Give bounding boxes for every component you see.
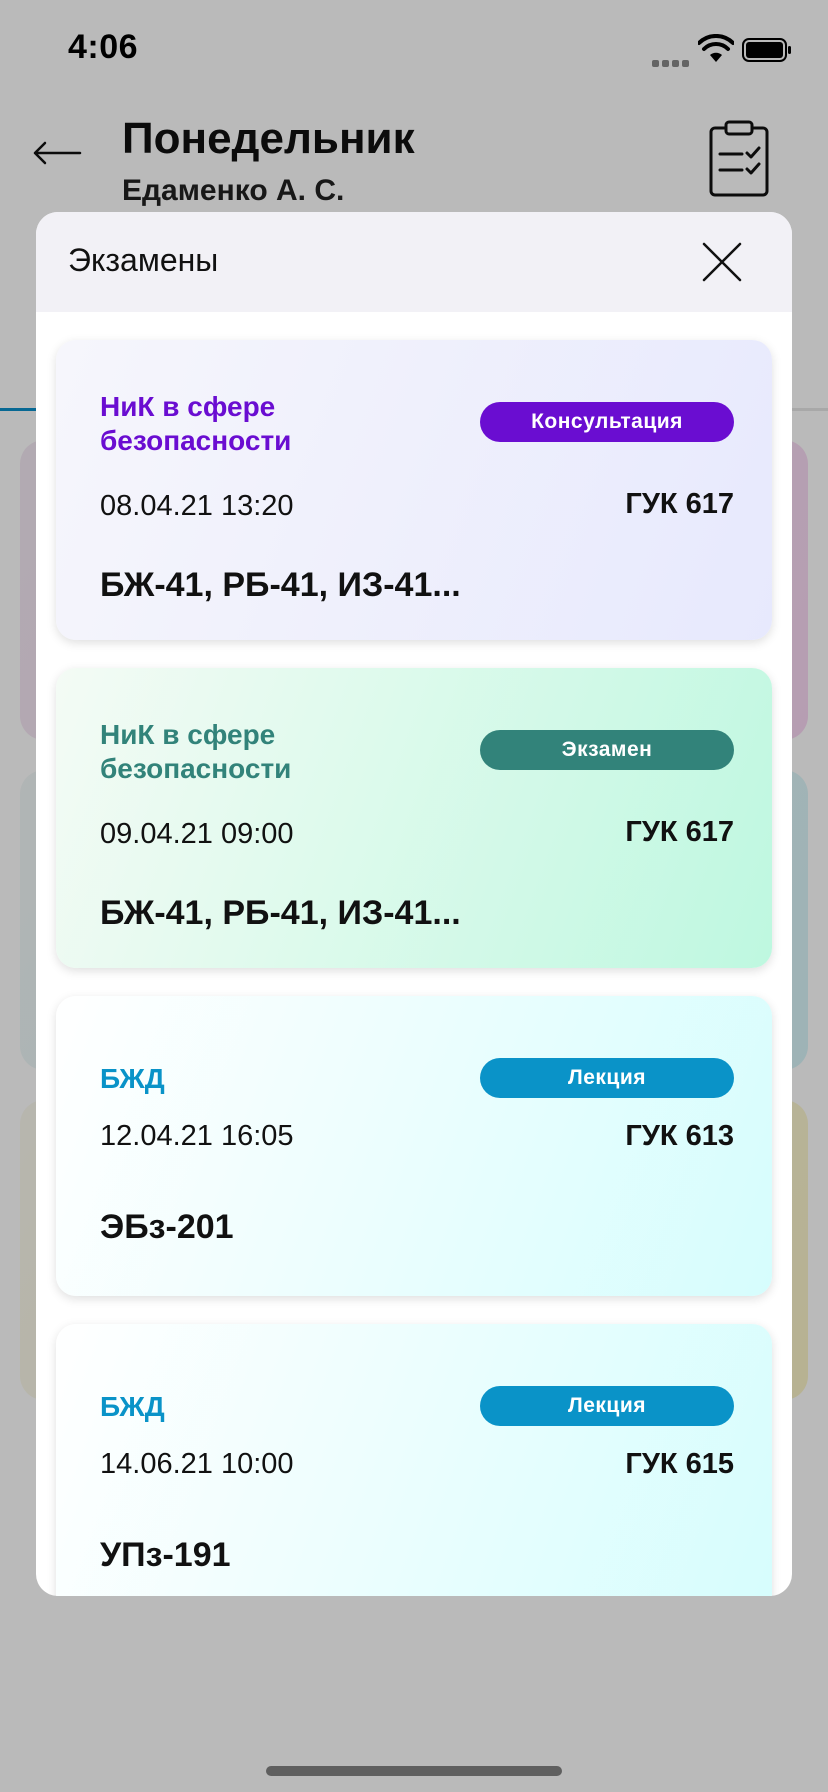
- exam-card[interactable]: БЖД Лекция 12.04.21 16:05 ГУК 613 ЭБз-20…: [56, 996, 772, 1296]
- exam-datetime: 09.04.21 09:00: [100, 818, 294, 850]
- home-indicator[interactable]: [266, 1766, 562, 1776]
- exam-subject: БЖД: [100, 1063, 165, 1094]
- close-icon[interactable]: [700, 240, 744, 284]
- exam-groups: БЖ-41, РБ-41, ИЗ-41...: [100, 566, 461, 604]
- exam-subject: НиК в сфере безопасности: [100, 391, 292, 456]
- exam-groups: УПз-191: [100, 1536, 231, 1574]
- exam-room: ГУК 617: [625, 488, 734, 520]
- exam-card[interactable]: НиК в сфере безопасности Экзамен 09.04.2…: [56, 668, 772, 968]
- exam-subject: БЖД: [100, 1391, 165, 1422]
- exam-card[interactable]: БЖД Лекция 14.06.21 10:00 ГУК 615 УПз-19…: [56, 1324, 772, 1596]
- exam-type-badge: Лекция: [480, 1386, 734, 1426]
- exam-room: ГУК 613: [625, 1120, 734, 1152]
- exam-room: ГУК 615: [625, 1448, 734, 1480]
- exam-type-badge: Консультация: [480, 402, 734, 442]
- exam-groups: ЭБз-201: [100, 1208, 234, 1246]
- modal-title: Экзамены: [68, 242, 219, 278]
- exam-room: ГУК 617: [625, 816, 734, 848]
- exams-modal: Экзамены НиК в сфере безопасности Консул…: [36, 212, 792, 1596]
- exam-type-badge: Экзамен: [480, 730, 734, 770]
- exam-datetime: 08.04.21 13:20: [100, 490, 294, 522]
- exam-type-badge: Лекция: [480, 1058, 734, 1098]
- exam-subject: НиК в сфере безопасности: [100, 719, 292, 784]
- exam-datetime: 14.06.21 10:00: [100, 1448, 294, 1480]
- exam-datetime: 12.04.21 16:05: [100, 1120, 294, 1152]
- modal-header: Экзамены: [36, 212, 792, 312]
- exam-groups: БЖ-41, РБ-41, ИЗ-41...: [100, 894, 461, 932]
- exam-card[interactable]: НиК в сфере безопасности Консультация 08…: [56, 340, 772, 640]
